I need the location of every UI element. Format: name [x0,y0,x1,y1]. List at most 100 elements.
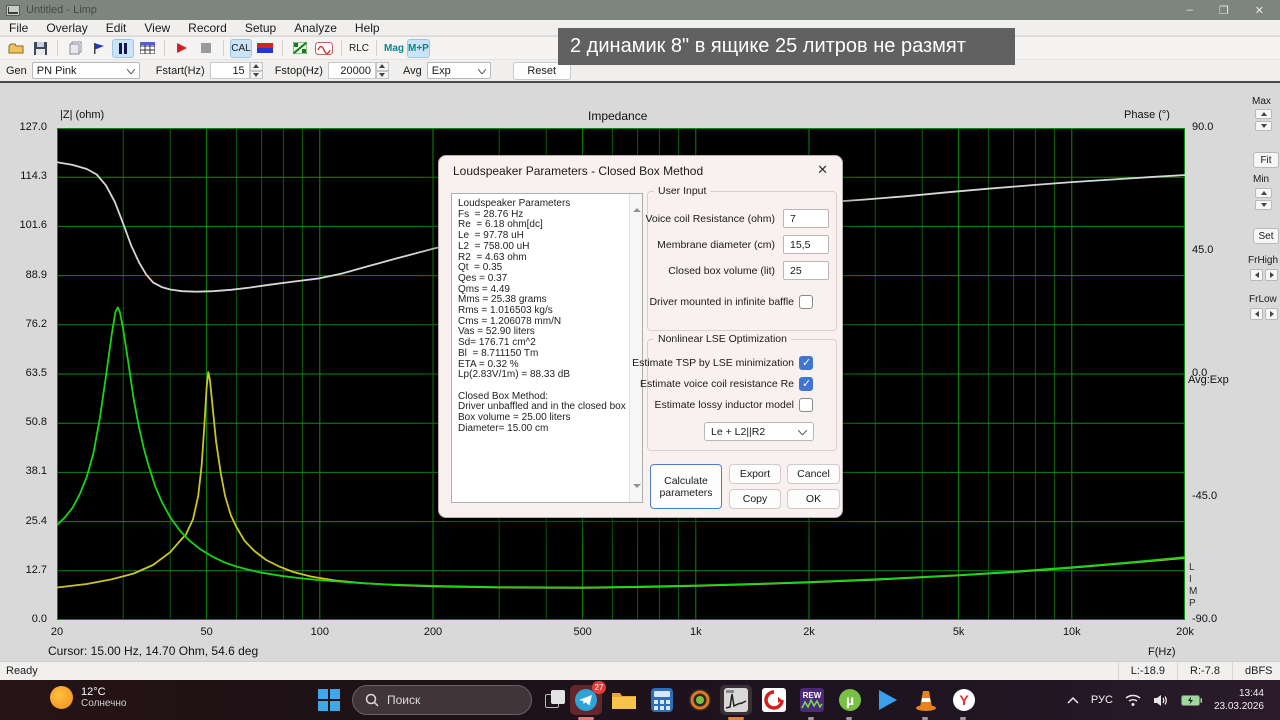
parameters-textarea[interactable]: Loudspeaker Parameters Fs = 28.76 Hz Re = … [451,193,643,503]
taskbar-icon-eye-app[interactable] [684,685,716,715]
frhigh-arrows[interactable] [1250,269,1278,281]
taskbar-icon-media-player[interactable] [872,685,904,715]
save-icon [33,41,47,55]
copy-button[interactable]: Copy [729,489,781,509]
menu-item[interactable]: Setup [236,21,285,35]
search-box[interactable]: Поиск [352,685,532,715]
open-folder-icon [8,43,24,54]
fit-button[interactable]: Fit [1253,152,1279,168]
dialog-title: Loudspeaker Parameters - Closed Box Meth… [453,164,704,178]
fstart-input[interactable]: 15 [209,62,250,79]
sine-icon [315,41,333,55]
avg-value: Exp [431,64,451,77]
generator-setup-button[interactable] [254,39,276,58]
cancel-button[interactable]: Cancel [787,464,840,484]
app-icon [6,4,20,16]
restore-button[interactable]: ❐ [1219,4,1229,17]
x-axis-labels: 20 50 100 200 500 1k 2k 5k 10k 20k [51,626,1194,642]
menu-item[interactable]: Edit [97,21,136,35]
speaker-icon[interactable] [1153,694,1169,707]
calculate-parameters-button[interactable]: Calculate parameters [650,464,722,509]
taskbar-icon-telegram[interactable]: 27 [570,681,606,715]
video-caption-overlay: 2 динамик 8" в ящике 25 литров не размят [558,28,1015,65]
stop-button[interactable] [195,39,217,58]
export-button[interactable]: Export [729,464,781,484]
taskbar-icon-refresh-app[interactable] [758,685,790,715]
y-left-tick-label: 38.1 [25,465,47,478]
fstop-input[interactable]: 20000 [327,62,376,79]
menu-item[interactable]: View [135,21,179,35]
record-button[interactable] [171,39,193,58]
notification-badge: 27 [592,681,606,694]
membrane-diameter-input[interactable]: 15,5 [783,235,829,254]
magnitude-phase-button[interactable]: M+P [407,38,430,58]
open-button[interactable] [5,39,27,58]
close-button[interactable]: ✕ [1255,4,1264,17]
closed-box-volume-input[interactable]: 25 [783,261,829,280]
taskbar-icon-vlc[interactable] [910,685,942,715]
set-button[interactable]: Set [1253,228,1279,244]
language-indicator[interactable]: РУС [1091,694,1113,706]
inductor-model-select[interactable]: Le + L2||R2 [704,422,814,441]
max-spinner[interactable] [1255,109,1272,131]
menu-item[interactable]: Record [179,21,236,35]
menu-item[interactable]: File [0,21,37,35]
start-button[interactable] [318,689,340,711]
menu-item[interactable]: Analyze [285,21,346,35]
estimate-tsp-checkbox[interactable] [799,356,813,370]
estimate-lossy-inductor-checkbox[interactable] [799,398,813,412]
voice-coil-resistance-input[interactable]: 7 [783,209,829,228]
generator-value: PN Pink [36,64,77,77]
signal-generator-button[interactable] [313,39,335,58]
utorrent-icon: µ [839,689,861,711]
dialog-close-button[interactable]: ✕ [817,162,828,178]
chevron-down-icon [797,426,808,438]
yandex-icon: Y [953,689,975,711]
taskbar-icon-explorer[interactable] [608,685,640,715]
magnitude-button[interactable]: Mag [383,39,405,58]
closed-box-volume-label: Closed box volume (lit) [668,265,775,277]
min-spinner[interactable] [1255,188,1272,210]
ok-button[interactable]: OK [787,489,840,509]
rlc-button[interactable]: RLC [348,39,370,58]
level-right: R:-7.8 [1177,662,1232,680]
save-button[interactable] [29,39,51,58]
copy-button[interactable] [64,39,86,58]
copy-icon [69,41,81,55]
generator-select[interactable]: PN Pink [31,62,140,79]
limp-watermark: L I M P [1189,562,1198,609]
overlay-flag-button[interactable] [88,39,110,58]
measurement-button[interactable] [289,39,311,58]
battery-icon[interactable] [1180,694,1202,706]
loudspeaker-parameters-dialog: Loudspeaker Parameters - Closed Box Meth… [438,155,843,518]
infinite-baffle-checkbox[interactable] [799,295,813,309]
task-view-button[interactable] [545,690,565,710]
scroll-up-icon[interactable] [633,196,641,212]
calibrate-button[interactable]: CAL [230,38,252,58]
calculator-icon [651,688,673,712]
toolbar-separator [164,40,165,56]
x-tick-label: 50 [200,626,213,638]
fstart-spinner[interactable] [249,62,263,79]
taskbar-icon-yandex[interactable]: Y [948,685,980,715]
taskbar-icon-rew[interactable]: REW [796,685,828,715]
wifi-icon[interactable] [1125,694,1141,706]
frhigh-label: FrHigh [1248,255,1279,266]
weather-widget[interactable]: 12°C Солнечно [50,686,126,709]
scrollbar[interactable] [629,194,642,502]
tray-expand-icon[interactable] [1067,696,1079,704]
clock[interactable]: 13:44 23.03.2026 [1214,687,1264,713]
taskbar-icon-arta-limp[interactable] [720,685,752,715]
estimate-re-checkbox[interactable] [799,377,813,391]
menu-item[interactable]: Help [346,21,389,35]
taskbar-icon-utorrent[interactable]: µ [834,685,866,715]
minimize-button[interactable]: – [1187,4,1193,17]
scroll-down-icon[interactable] [633,484,641,500]
menu-item[interactable]: Overlay [37,21,96,35]
fstop-spinner[interactable] [375,62,389,79]
taskbar-icon-calculator[interactable] [646,685,678,715]
table-view-button[interactable] [136,39,158,58]
avg-select[interactable]: Exp [426,62,491,79]
pause-button[interactable] [112,38,134,58]
frlow-arrows[interactable] [1250,308,1278,320]
